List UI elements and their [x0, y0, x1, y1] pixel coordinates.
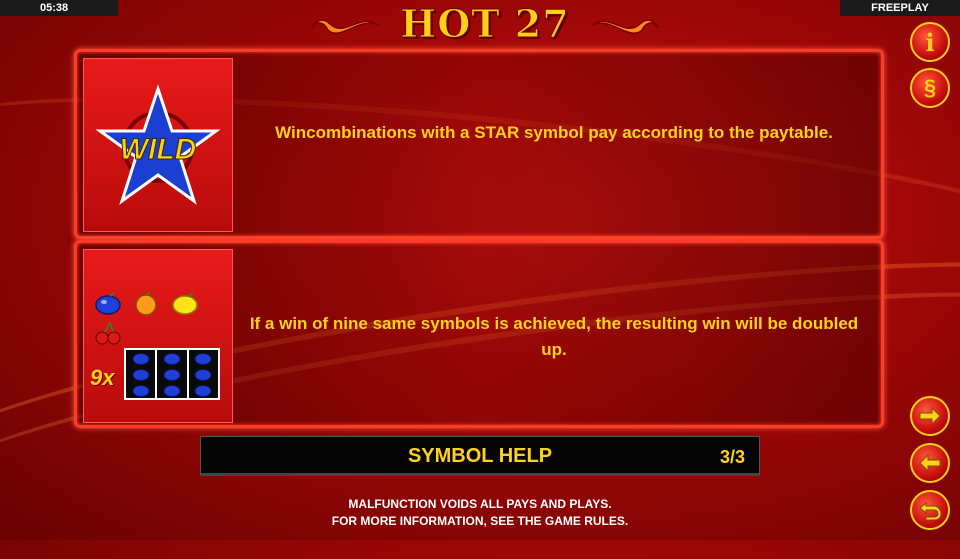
grid-column	[126, 350, 156, 398]
multiplier-label: 9x	[90, 365, 115, 390]
nine-symbols-description: If a win of nine same symbols is achieve…	[249, 314, 859, 359]
nine-plum-grid	[124, 348, 220, 400]
fruit-symbol-box: 9x	[83, 249, 233, 423]
flame-right-icon	[591, 19, 659, 34]
section-icon: §	[923, 75, 937, 100]
wild-description: Wincombinations with a STAR symbol pay a…	[275, 123, 833, 142]
plum-icon	[132, 353, 150, 365]
lemon-icon	[172, 292, 198, 315]
disclaimer-line-2: FOR MORE INFORMATION, SEE THE GAME RULES…	[331, 514, 629, 528]
next-arrow-icon	[919, 406, 941, 426]
wild-info-panel: WILD Wincombinations with a STAR symbol …	[74, 49, 884, 239]
logo-title: HOT 27	[400, 1, 570, 46]
disclaimer: MALFUNCTION VOIDS ALL PAYS AND PLAYS. FO…	[0, 496, 960, 530]
symbol-help-bar: SYMBOL HELP 3/3	[200, 436, 760, 476]
return-button[interactable]	[910, 490, 950, 530]
page-indicator: 3/3	[719, 447, 745, 467]
wild-star-icon: WILD	[95, 84, 221, 205]
mode-label: FREEPLAY	[840, 0, 960, 16]
plum-icon	[163, 369, 181, 381]
clock: 05:38	[0, 0, 118, 16]
return-icon	[919, 501, 942, 521]
flame-left-icon	[311, 19, 379, 34]
prev-arrow-icon	[919, 453, 941, 473]
orange-icon	[135, 291, 158, 316]
game-logo: HOT 27	[310, 1, 660, 46]
disclaimer-line-1: MALFUNCTION VOIDS ALL PAYS AND PLAYS.	[348, 497, 612, 511]
wild-symbol-box: WILD	[83, 58, 233, 232]
plum-icon	[163, 385, 181, 397]
wild-label: WILD	[120, 133, 197, 166]
plum-icon	[132, 369, 150, 381]
plum-icon	[194, 353, 212, 365]
fruit-symbol-row	[94, 291, 232, 350]
prev-page-button[interactable]	[910, 443, 950, 483]
info-button[interactable]: i	[910, 22, 950, 62]
nine-symbols-info-panel: 9x If a win of nine same symbols is achi…	[74, 240, 884, 428]
info-icon: i	[925, 27, 935, 57]
cherry-icon	[95, 321, 121, 345]
grid-column	[188, 350, 218, 398]
rules-button[interactable]: §	[910, 68, 950, 108]
next-page-button[interactable]	[910, 396, 950, 436]
plum-icon	[194, 385, 212, 397]
help-title: SYMBOL HELP	[407, 445, 553, 467]
grid-column	[157, 350, 187, 398]
plum-icon	[95, 292, 121, 315]
plum-icon	[132, 385, 150, 397]
plum-icon	[194, 369, 212, 381]
plum-icon	[163, 353, 181, 365]
